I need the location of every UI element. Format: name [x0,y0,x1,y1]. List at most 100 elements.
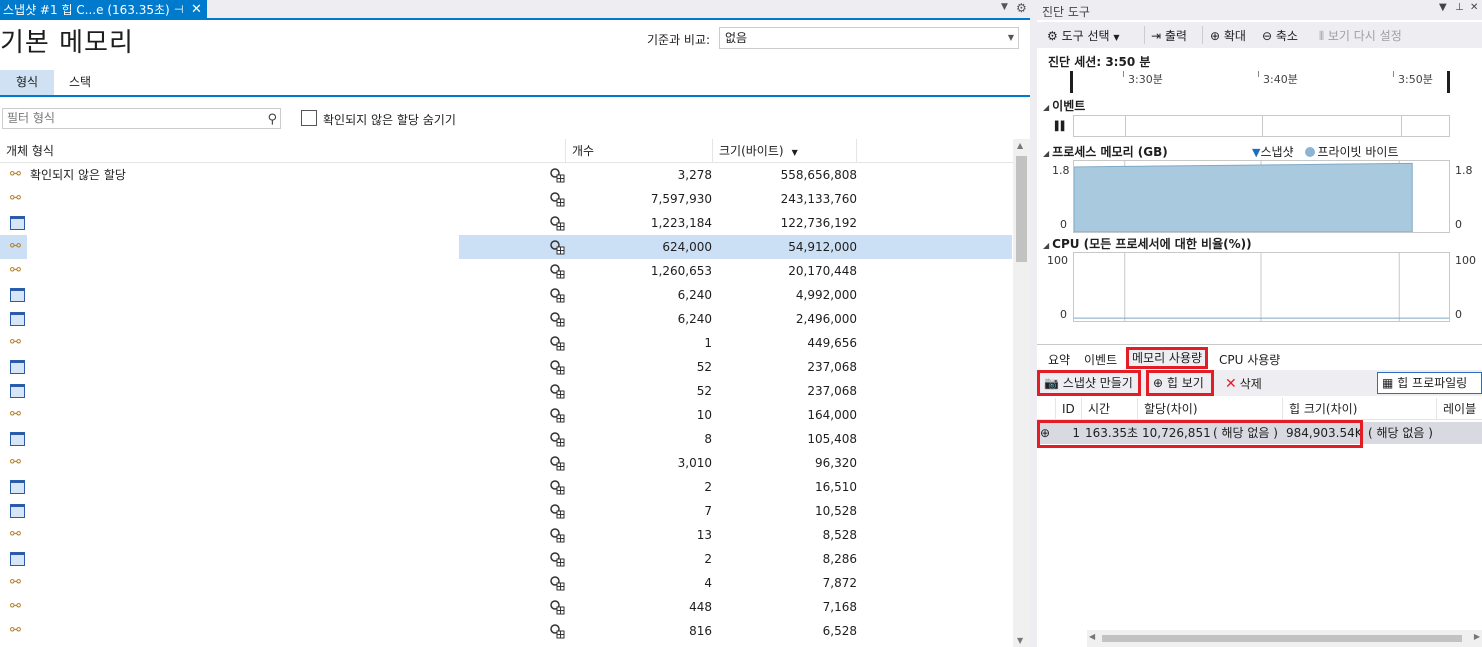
reset-view-label: 보기 다시 설정 [1327,29,1402,43]
zoom-out-button[interactable]: ⊖ 축소 [1262,27,1298,44]
references-icon[interactable] [549,311,565,327]
scroll-left-icon[interactable]: ◀ [1089,632,1095,641]
output-button[interactable]: ⇥ 출력 [1151,27,1187,44]
events-section-label: 이벤트 [1052,99,1086,113]
private-bytes-area [1074,162,1413,232]
references-icon[interactable] [549,479,565,495]
tab-cpu-usage[interactable]: CPU 사용량 [1219,351,1280,368]
references-icon[interactable] [549,527,565,543]
references-icon[interactable] [549,599,565,615]
heap-profiling-icon: ▦ [1382,376,1394,390]
scrollbar-thumb[interactable] [1102,635,1462,642]
events-section-title[interactable]: ◢ 이벤트 [1043,97,1085,114]
column-header-label-col[interactable]: 레이블 [1437,398,1482,420]
chevron-down-icon[interactable]: ▼ [1001,2,1008,12]
references-icon[interactable] [549,623,565,639]
output-icon: ⇥ [1151,29,1162,43]
references-icon[interactable] [549,575,565,591]
timeline-ruler[interactable]: 3:30분 3:40분 3:50분 [1070,71,1450,93]
scrollbar-thumb[interactable] [1016,156,1027,262]
object-count: 624,000 [662,240,712,254]
scroll-down-icon[interactable]: ▼ [1017,636,1023,645]
object-count: 1,260,653 [650,264,712,278]
take-snapshot-button[interactable]: 📷 스냅샷 만들기 [1037,370,1141,396]
column-header-id[interactable]: ID [1056,398,1082,420]
references-icon[interactable] [549,407,565,423]
cpu-usage-chart[interactable] [1073,252,1450,322]
references-icon[interactable] [549,287,565,303]
filter-types-input[interactable]: 필터 형식 ⚲ [2,108,281,129]
zoom-in-button[interactable]: ⊕ 확대 [1210,27,1246,44]
tab-summary[interactable]: 요약 [1048,351,1070,368]
compare-value: 없음 [725,31,748,45]
heap-profiling-toggle[interactable]: ▦ 힙 프로파일링 [1377,372,1482,394]
references-icon[interactable] [549,359,565,375]
references-icon[interactable] [549,335,565,351]
document-tab-label: 스냅샷 #1 힙 C...e (163.35초) [3,3,170,17]
chevron-down-icon: ▼ [1113,33,1120,42]
pin-icon[interactable]: ⊥ [1455,2,1464,13]
column-header-allocations[interactable]: 할당(차이) [1138,398,1283,420]
column-header-object-type[interactable]: 개체 형식 [0,139,566,163]
cpu-section-title[interactable]: ◢ CPU (모든 프로세서에 대한 비율(%)) [1043,235,1252,252]
delete-button[interactable]: ✕ 삭제 [1225,375,1262,392]
references-icon[interactable] [549,215,565,231]
references-icon[interactable] [549,191,565,207]
close-icon[interactable]: ✕ [1470,2,1478,13]
scroll-right-icon[interactable]: ▶ [1474,632,1480,641]
references-icon[interactable] [549,455,565,471]
generic-type-icon: ⚯ [10,599,21,614]
timeline-start-marker[interactable] [1070,71,1073,93]
scroll-up-icon[interactable]: ▲ [1017,141,1023,150]
close-icon[interactable]: ✕ [191,0,202,20]
cpu-y-min-left: 0 [1060,308,1067,321]
column-header-size[interactable]: 크기(바이트) ▼ [713,139,857,163]
page-title: 기본 메모리 [0,28,134,58]
memory-usage-toolbar: 📷 스냅샷 만들기 ⊕ 힙 보기 ✕ 삭제 ▦ 힙 프로파일링 [1037,370,1482,396]
tab-stacks[interactable]: 스택 [54,70,106,95]
gear-icon[interactable]: ⚙ [1016,1,1027,15]
events-track[interactable] [1073,115,1450,137]
object-count: 13 [696,528,712,542]
memory-y-min-right: 0 [1455,218,1462,231]
diagnostic-tools-pane: 진단 도구 ▼ ⊥ ✕ ⚙ 도구 선택 ▼ ⇥ 출력 ⊕ 확대 ⊖ 축소 ⫴ 보… [1037,0,1482,647]
hide-unconfirmed-checkbox[interactable] [301,110,317,126]
compare-baseline-select[interactable]: 없음 ▼ [719,27,1019,49]
references-icon[interactable] [549,431,565,447]
references-icon[interactable] [549,503,565,519]
grid-divider [1401,116,1402,136]
chevron-down-icon[interactable]: ▼ [1439,2,1447,13]
references-icon[interactable] [549,167,565,183]
select-tools-button[interactable]: ⚙ 도구 선택 ▼ [1047,27,1120,44]
memory-section-title[interactable]: ◢ 프로세스 메모리 (GB) [1043,143,1168,160]
reset-view-button[interactable]: ⫴ 보기 다시 설정 [1319,27,1402,44]
view-heap-button[interactable]: ⊕ 힙 보기 [1146,370,1214,396]
pin-icon[interactable]: ⊣ [174,0,184,20]
redacted-region [27,190,459,647]
chevron-down-icon: ▼ [1007,33,1014,42]
object-size: 16,510 [815,480,857,494]
references-icon[interactable] [549,551,565,567]
process-memory-chart[interactable] [1073,160,1450,233]
column-header-heap-size[interactable]: 힙 크기(차이) [1283,398,1437,420]
camera-icon: 📷 [1044,376,1059,390]
references-icon[interactable] [549,383,565,399]
column-header-time[interactable]: 시간 [1082,398,1138,420]
column-header-count[interactable]: 개수 [566,139,713,163]
pause-icon[interactable]: ▌▌ [1055,122,1068,132]
take-snapshot-label: 스냅샷 만들기 [1062,376,1133,390]
tab-memory-usage[interactable]: 메모리 사용량 [1126,347,1209,369]
snapshot-document-tab[interactable]: 스냅샷 #1 힙 C...e (163.35초) ⊣ ✕ [0,0,207,20]
generic-type-icon: ⚯ [10,335,21,350]
vertical-scrollbar[interactable]: ▲ ▼ [1013,139,1030,647]
references-icon[interactable] [549,263,565,279]
horizontal-scrollbar[interactable]: ◀ ▶ [1087,630,1482,647]
tab-events[interactable]: 이벤트 [1084,351,1117,368]
table-row[interactable]: ⚯ 확인되지 않은 할당 3,278 558,656,808 [0,163,1012,187]
tab-types[interactable]: 형식 [0,70,54,95]
references-icon[interactable] [549,239,565,255]
grid-divider [1125,116,1126,136]
pane-splitter[interactable] [1030,0,1037,647]
compare-label: 기준과 비교: [647,33,711,47]
timeline-end-marker[interactable] [1447,71,1450,93]
